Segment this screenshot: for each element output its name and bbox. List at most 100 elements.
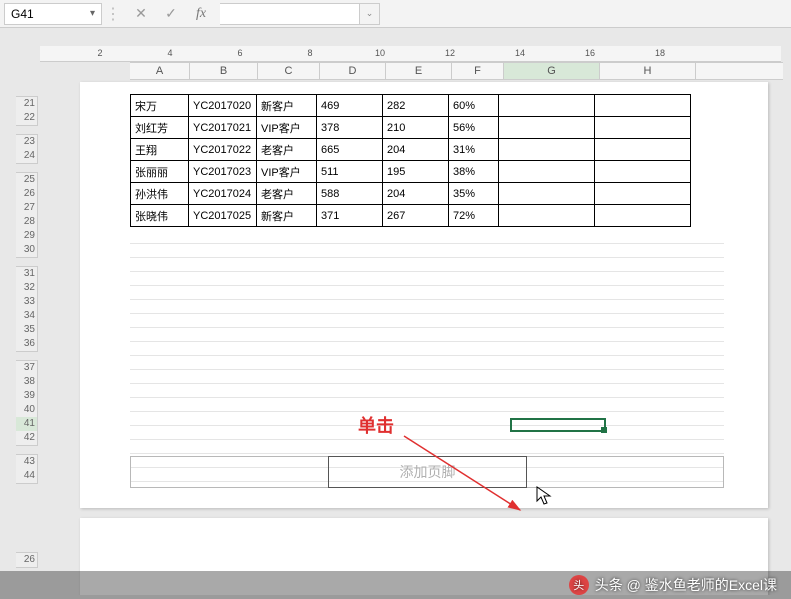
cell[interactable]: YC2017024 [189, 183, 257, 205]
cell[interactable]: 35% [449, 183, 499, 205]
row-header[interactable]: 40 [16, 403, 38, 417]
empty-row[interactable] [130, 286, 724, 300]
cell[interactable]: 新客户 [257, 95, 317, 117]
empty-row[interactable] [130, 314, 724, 328]
empty-row[interactable] [130, 272, 724, 286]
table-row[interactable]: 宋万YC2017020新客户46928260% [131, 95, 691, 117]
footer-center[interactable]: 添加页脚 [328, 456, 527, 488]
cell[interactable]: 204 [383, 183, 449, 205]
row-header[interactable]: 23 [16, 135, 38, 149]
cell[interactable]: 老客户 [257, 183, 317, 205]
cell[interactable]: 60% [449, 95, 499, 117]
column-header-D[interactable]: D [320, 63, 386, 79]
row-header[interactable]: 29 [16, 229, 38, 243]
column-header-B[interactable]: B [190, 63, 258, 79]
cell[interactable]: YC2017021 [189, 117, 257, 139]
cell[interactable]: 378 [317, 117, 383, 139]
footer-left[interactable] [131, 457, 329, 487]
cell[interactable]: 56% [449, 117, 499, 139]
cell[interactable]: 210 [383, 117, 449, 139]
row-header[interactable]: 36 [16, 337, 38, 351]
row-header[interactable]: 42 [16, 431, 38, 445]
empty-row[interactable] [130, 230, 724, 244]
table-row[interactable]: 张丽丽YC2017023VIP客户51119538% [131, 161, 691, 183]
cell[interactable]: YC2017020 [189, 95, 257, 117]
empty-row[interactable] [130, 412, 724, 426]
cell[interactable]: 588 [317, 183, 383, 205]
cell[interactable]: 宋万 [131, 95, 189, 117]
cell[interactable]: 孙洪伟 [131, 183, 189, 205]
empty-row[interactable] [130, 426, 724, 440]
column-header-G[interactable]: G [504, 63, 600, 79]
cell[interactable]: 469 [317, 95, 383, 117]
data-table[interactable]: 宋万YC2017020新客户46928260%刘红芳YC2017021VIP客户… [130, 94, 691, 227]
cell[interactable]: YC2017022 [189, 139, 257, 161]
cell[interactable] [595, 205, 691, 227]
table-row[interactable]: 刘红芳YC2017021VIP客户37821056% [131, 117, 691, 139]
cell[interactable]: 王翔 [131, 139, 189, 161]
row-header[interactable]: 25 [16, 173, 38, 187]
cell[interactable] [499, 117, 595, 139]
cell[interactable]: 282 [383, 95, 449, 117]
cell[interactable] [499, 95, 595, 117]
cell[interactable] [595, 183, 691, 205]
column-header-C[interactable]: C [258, 63, 320, 79]
cell[interactable]: YC2017023 [189, 161, 257, 183]
empty-row[interactable] [130, 258, 724, 272]
cell[interactable]: 267 [383, 205, 449, 227]
row-header[interactable]: 39 [16, 389, 38, 403]
cell[interactable]: VIP客户 [257, 161, 317, 183]
empty-row[interactable] [130, 398, 724, 412]
table-row[interactable]: 王翔YC2017022老客户66520431% [131, 139, 691, 161]
row-header[interactable]: 33 [16, 295, 38, 309]
row-header[interactable]: 31 [16, 267, 38, 281]
row-header[interactable]: 21 [16, 97, 38, 111]
cell[interactable] [595, 95, 691, 117]
cell[interactable] [595, 161, 691, 183]
cell[interactable]: 511 [317, 161, 383, 183]
cell[interactable] [499, 205, 595, 227]
cell[interactable] [499, 161, 595, 183]
column-header-A[interactable]: A [130, 63, 190, 79]
row-header-active[interactable]: 41 [16, 417, 38, 431]
empty-row[interactable] [130, 384, 724, 398]
fx-button[interactable]: fx [192, 6, 210, 22]
chevron-down-icon[interactable]: ▾ [90, 8, 95, 19]
cell[interactable]: YC2017025 [189, 205, 257, 227]
cell[interactable]: 38% [449, 161, 499, 183]
cell[interactable]: 刘红芳 [131, 117, 189, 139]
cell[interactable] [499, 183, 595, 205]
empty-row[interactable] [130, 370, 724, 384]
empty-row[interactable] [130, 328, 724, 342]
cell[interactable]: 张丽丽 [131, 161, 189, 183]
accept-icon[interactable]: ✓ [162, 5, 180, 22]
row-header[interactable]: 26 [16, 553, 38, 567]
cell[interactable]: 张晓伟 [131, 205, 189, 227]
row-header[interactable]: 38 [16, 375, 38, 389]
name-box[interactable]: G41 ▾ [4, 3, 102, 25]
fill-handle[interactable] [601, 427, 607, 433]
formula-input[interactable] [220, 3, 360, 25]
cell[interactable]: 665 [317, 139, 383, 161]
table-row[interactable]: 张晓伟YC2017025新客户37126772% [131, 205, 691, 227]
row-header[interactable]: 26 [16, 187, 38, 201]
cell[interactable] [595, 139, 691, 161]
cell[interactable]: 371 [317, 205, 383, 227]
row-header[interactable]: 28 [16, 215, 38, 229]
footer-placeholder[interactable]: 添加页脚 [130, 456, 724, 488]
empty-grid[interactable] [130, 230, 724, 482]
column-header-E[interactable]: E [386, 63, 452, 79]
cell[interactable]: 72% [449, 205, 499, 227]
cell[interactable]: 31% [449, 139, 499, 161]
cell[interactable]: VIP客户 [257, 117, 317, 139]
row-header[interactable]: 32 [16, 281, 38, 295]
table-row[interactable]: 孙洪伟YC2017024老客户58820435% [131, 183, 691, 205]
cell[interactable]: 204 [383, 139, 449, 161]
expand-icon[interactable]: ⌄ [360, 3, 380, 25]
empty-row[interactable] [130, 356, 724, 370]
cell[interactable]: 老客户 [257, 139, 317, 161]
empty-row[interactable] [130, 342, 724, 356]
row-header[interactable]: 43 [16, 455, 38, 469]
cell[interactable] [595, 117, 691, 139]
empty-row[interactable] [130, 300, 724, 314]
